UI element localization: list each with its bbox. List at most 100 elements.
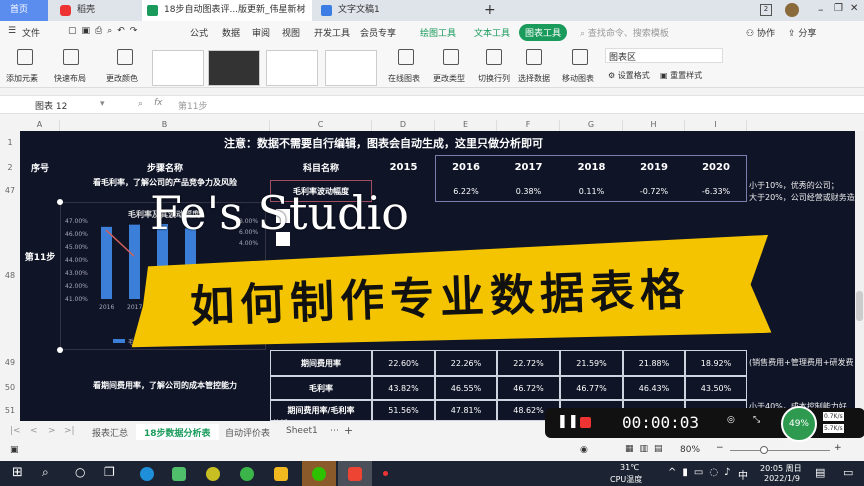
close-window-button[interactable]: ✕ <box>850 3 858 14</box>
col-b[interactable]: B <box>60 120 270 131</box>
menu-file[interactable]: 文件 <box>22 26 40 39</box>
cortana-icon[interactable]: ○ <box>75 465 85 479</box>
col-c[interactable]: C <box>270 120 372 131</box>
pause-button[interactable]: ❚❚ <box>557 414 579 429</box>
row-header-51[interactable]: 51 <box>0 400 20 421</box>
search-icon[interactable]: ⌕ <box>42 465 49 480</box>
add-sheet-button[interactable]: + <box>344 424 353 437</box>
zoom-formula-icon[interactable]: ⌕ <box>138 99 143 109</box>
table-value[interactable]: 43.82% <box>372 376 435 400</box>
chart-style-3[interactable] <box>266 50 318 86</box>
sheet-nav-first[interactable]: |< <box>10 426 21 436</box>
app-icon[interactable] <box>206 467 220 481</box>
select-data-button[interactable]: 选择数据 <box>518 73 550 84</box>
row-header-48[interactable]: 48 <box>0 202 20 350</box>
window-count-icon[interactable]: 2 <box>760 4 772 16</box>
stop-button[interactable] <box>580 417 591 428</box>
more-sheets-icon[interactable]: ⋯ <box>330 426 339 436</box>
windows-start-icon[interactable]: ⊞ <box>12 465 23 480</box>
sheet-tab-sheet1[interactable]: Sheet1 <box>286 426 318 436</box>
menu-data[interactable]: 数据 <box>222 26 240 39</box>
col-i[interactable]: I <box>685 120 747 131</box>
col-d[interactable]: D <box>372 120 435 131</box>
chart-style-4[interactable] <box>325 50 377 86</box>
name-box[interactable]: 图表 12 <box>35 99 67 112</box>
task-view-icon[interactable]: ❐ <box>104 465 115 479</box>
sheet-nav-last[interactable]: >| <box>64 426 75 436</box>
notes-icon[interactable]: ▤ <box>815 466 825 479</box>
avatar[interactable] <box>785 3 799 17</box>
view-mode-icons[interactable]: ▦▥▤ <box>625 444 669 454</box>
zoom-level[interactable]: 80% <box>680 445 700 455</box>
bar[interactable] <box>129 224 140 299</box>
hamburger-icon[interactable]: ☰ <box>8 26 16 36</box>
col-f[interactable]: F <box>497 120 560 131</box>
table-value[interactable]: 51.56% <box>372 400 435 421</box>
wechat-taskbar[interactable] <box>302 461 336 486</box>
chart-resize-handle[interactable] <box>57 199 63 205</box>
browser-icon[interactable] <box>240 467 254 481</box>
search-input[interactable]: ⌕ 查找命令、搜索模板 <box>580 26 669 39</box>
vertical-scrollbar[interactable] <box>855 131 864 421</box>
tab-home[interactable]: 首页 <box>0 0 48 21</box>
col-a[interactable]: A <box>20 120 60 131</box>
edge-icon[interactable] <box>140 467 154 481</box>
table-value[interactable]: 21.88% <box>623 350 685 376</box>
screenshot-icon[interactable]: ◎ <box>727 415 735 425</box>
col-g[interactable]: G <box>560 120 623 131</box>
menu-member[interactable]: 会员专享 <box>360 26 396 39</box>
row-header-2[interactable]: 2 <box>0 155 20 180</box>
bar[interactable] <box>101 226 112 299</box>
chart-element-select[interactable]: 图表区 <box>605 48 723 63</box>
tray-icons[interactable]: ^▮▭◌♪ <box>668 467 736 478</box>
change-color-button[interactable]: 更改颜色 <box>106 73 138 84</box>
recorder-icon[interactable] <box>383 471 388 476</box>
new-tab-button[interactable]: + <box>484 2 496 18</box>
chart-style-1[interactable] <box>152 50 204 86</box>
restore-button[interactable]: ❐ <box>834 3 843 14</box>
menu-chart-tools[interactable]: 图表工具 <box>519 24 568 41</box>
zoom-slider-thumb[interactable] <box>760 446 768 454</box>
close-icon[interactable]: ✕ <box>298 0 306 21</box>
reset-style-button[interactable]: ▣ 重置样式 <box>660 70 702 81</box>
sheet-nav-prev[interactable]: < <box>30 426 38 436</box>
quick-layout-button[interactable]: 快速布局 <box>54 73 86 84</box>
row47-2017[interactable]: 0.38% <box>497 180 560 202</box>
collab-button[interactable]: ⚇ 协作 <box>746 26 775 39</box>
clock-time[interactable]: 20:05 周日 <box>760 463 802 474</box>
table-value[interactable]: 46.72% <box>497 376 560 400</box>
menu-text-tools[interactable]: 文本工具 <box>474 26 510 39</box>
eye-protect-icon[interactable]: ◉ <box>580 445 588 455</box>
set-format-button[interactable]: ⚙ 设置格式 <box>608 70 650 81</box>
change-type-button[interactable]: 更改类型 <box>433 73 465 84</box>
chevron-down-icon[interactable]: ▾ <box>100 99 105 109</box>
menu-formula[interactable]: 公式 <box>190 26 208 39</box>
fx-icon[interactable]: fx <box>154 98 163 108</box>
sheet-nav-next[interactable]: > <box>48 426 56 436</box>
share-button[interactable]: ⇪ 分享 <box>788 26 816 39</box>
macro-icon[interactable]: ▣ <box>10 445 19 455</box>
tab-writer[interactable]: 文字文稿1 <box>316 0 476 21</box>
row-header-49[interactable]: 49 <box>0 350 20 376</box>
chart-style-2[interactable] <box>208 50 260 86</box>
row47-2016[interactable]: 6.22% <box>435 180 497 202</box>
add-element-button[interactable]: 添加元素 <box>6 73 38 84</box>
table-value[interactable]: 46.77% <box>560 376 623 400</box>
table-value[interactable]: 22.72% <box>497 350 560 376</box>
table-value[interactable]: 43.50% <box>685 376 747 400</box>
table-value[interactable]: 21.59% <box>560 350 623 376</box>
switch-rowcol-button[interactable]: 切换行列 <box>478 73 510 84</box>
table-value[interactable]: 18.92% <box>685 350 747 376</box>
menu-view[interactable]: 视图 <box>282 26 300 39</box>
tab-docer[interactable]: 稻壳 <box>55 0 135 21</box>
wps-taskbar[interactable] <box>338 461 372 486</box>
minimize-button[interactable]: – <box>818 3 824 16</box>
col-e[interactable]: E <box>435 120 497 131</box>
table-value[interactable]: 22.60% <box>372 350 435 376</box>
col-h[interactable]: H <box>623 120 685 131</box>
tab-spreadsheet[interactable]: 18步自动图表评...版更新_伟星新材 ✕ <box>142 0 312 21</box>
sheet-tab-analysis[interactable]: 18步数据分析表 <box>136 424 219 441</box>
row-header-50[interactable]: 50 <box>0 376 20 400</box>
file-explorer-icon[interactable] <box>274 467 288 481</box>
table-value[interactable]: 46.43% <box>623 376 685 400</box>
